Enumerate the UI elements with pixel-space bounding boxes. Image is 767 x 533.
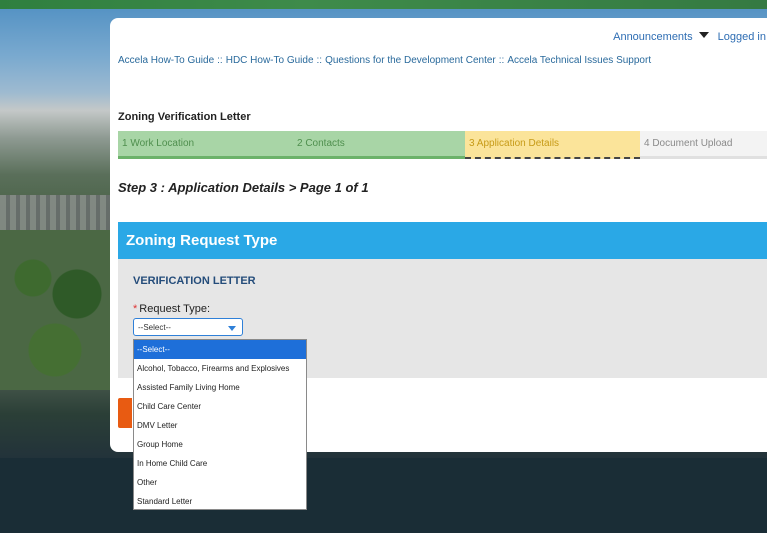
breadcrumb-link-hdc-guide[interactable]: HDC How-To Guide [226, 55, 314, 66]
step-contacts[interactable]: 2 Contacts [293, 131, 465, 159]
top-nav-strip [0, 0, 767, 9]
required-marker: * [133, 303, 138, 315]
dropdown-option[interactable]: --Select-- [134, 340, 306, 359]
request-type-label: * Request Type: [133, 303, 210, 315]
chevron-down-icon [228, 326, 236, 331]
continue-button[interactable] [118, 398, 132, 428]
dropdown-option[interactable]: Alcohol, Tobacco, Firearms and Explosive… [134, 359, 306, 378]
breadcrumb-link-tech-support[interactable]: Accela Technical Issues Support [507, 55, 651, 66]
dropdown-option[interactable]: Other [134, 473, 306, 492]
progress-steps: 1 Work Location 2 Contacts 3 Application… [118, 131, 767, 159]
request-type-label-text: Request Type: [139, 303, 211, 315]
breadcrumb-separator: :: [217, 55, 223, 66]
breadcrumb-link-accela-guide[interactable]: Accela How-To Guide [118, 55, 214, 66]
account-links: Announcements Logged in [601, 31, 766, 43]
dropdown-option[interactable]: In Home Child Care [134, 454, 306, 473]
announcements-link[interactable]: Announcements [607, 31, 709, 43]
request-type-dropdown-list: --Select-- Alcohol, Tobacco, Firearms an… [133, 339, 307, 510]
breadcrumb: Accela How-To Guide:: HDC How-To Guide:: Q… [118, 55, 651, 66]
caret-down-icon [698, 32, 709, 38]
request-type-select[interactable]: --Select-- [133, 318, 243, 336]
request-type-selected-value: --Select-- [138, 323, 171, 332]
step-application-details: 3 Application Details [465, 131, 640, 159]
logged-in-link[interactable]: Logged in [718, 31, 766, 43]
dropdown-option[interactable]: Group Home [134, 435, 306, 454]
breadcrumb-separator: :: [498, 55, 505, 66]
breadcrumb-link-questions[interactable]: Questions for the Development Center [325, 55, 496, 66]
subsection-title: VERIFICATION LETTER [133, 275, 256, 287]
dropdown-option[interactable]: Standard Letter [134, 492, 306, 511]
breadcrumb-separator: :: [316, 55, 323, 66]
step-work-location[interactable]: 1 Work Location [118, 131, 293, 159]
step-document-upload: 4 Document Upload [640, 131, 767, 159]
dropdown-option[interactable]: Assisted Family Living Home [134, 378, 306, 397]
page-title: Zoning Verification Letter [118, 111, 251, 123]
dropdown-option[interactable]: DMV Letter [134, 416, 306, 435]
footer-band [0, 458, 767, 533]
step-heading: Step 3 : Application Details > Page 1 of… [118, 180, 369, 195]
dropdown-option[interactable]: Child Care Center [134, 397, 306, 416]
section-header: Zoning Request Type [118, 222, 767, 259]
